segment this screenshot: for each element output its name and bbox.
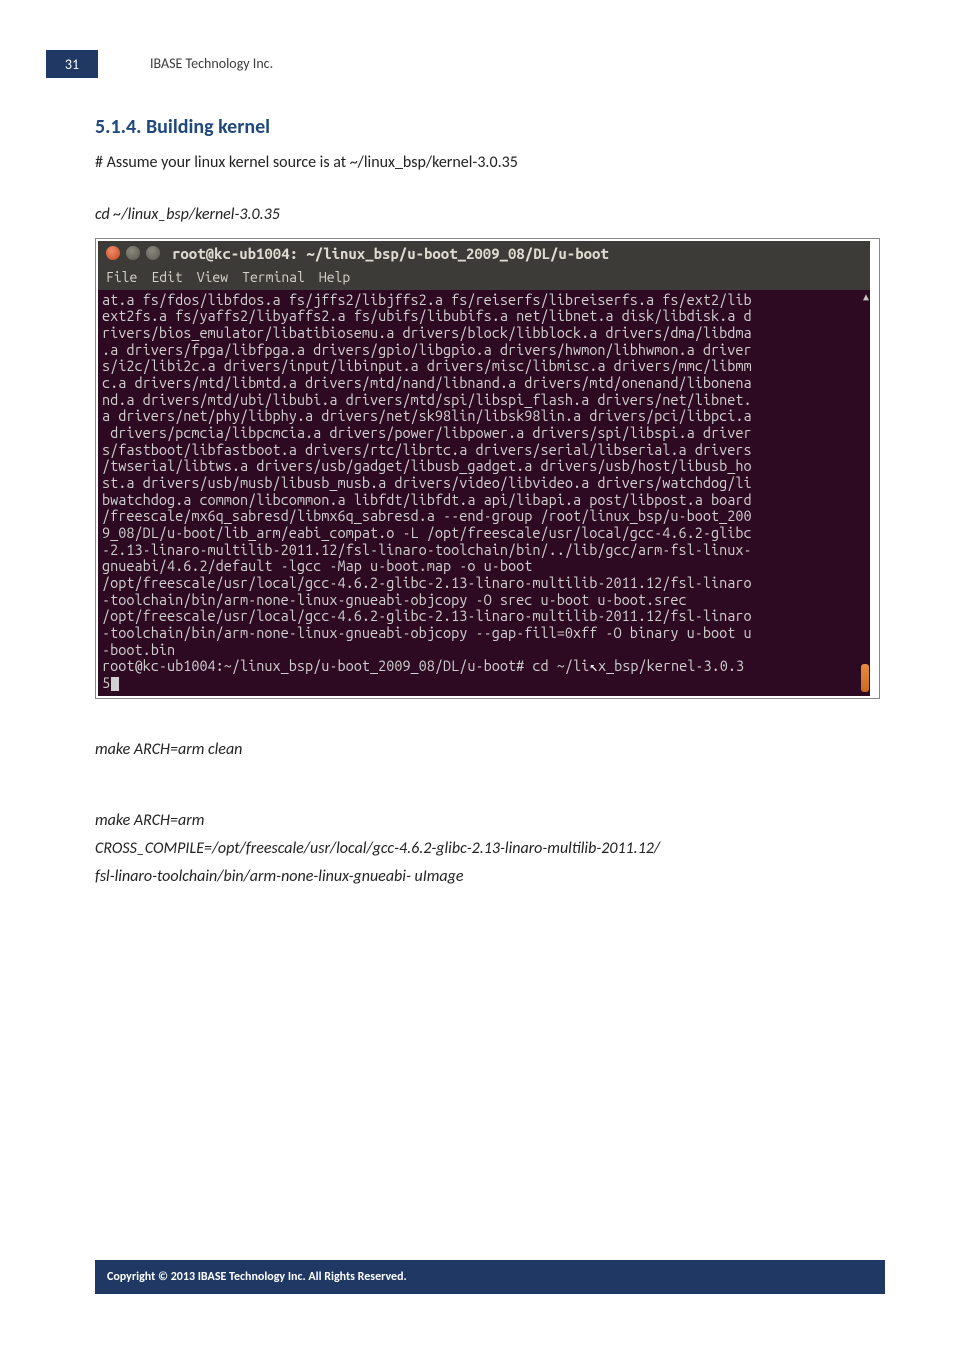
assume-line: # Assume your linux kernel source is at … — [95, 153, 885, 172]
mouse-cursor-icon: ↖ — [589, 657, 598, 674]
term-line: at.a fs/fdos/libfdos.a fs/jffs2/libjffs2… — [102, 291, 752, 308]
maximize-icon[interactable] — [146, 246, 160, 260]
term-line: rivers/bios_emulator/libatibiosemu.a dri… — [102, 324, 752, 341]
term-line: root@kc-ub1004:~/linux_bsp/u-boot_2009_0… — [102, 657, 589, 674]
term-line: -boot.bin — [102, 641, 175, 658]
term-line: .a drivers/fpga/libfpga.a drivers/gpio/l… — [102, 341, 752, 358]
footer-text: Copyright © 2013 IBASE Technology Inc. A… — [107, 1270, 407, 1284]
term-line: /twserial/libtws.a drivers/usb/gadget/li… — [102, 457, 752, 474]
footer-bar: Copyright © 2013 IBASE Technology Inc. A… — [95, 1260, 885, 1294]
cmd-cd: cd ~/linux_bsp/kernel-3.0.35 — [95, 202, 885, 228]
terminal-body[interactable]: at.a fs/fdos/libfdos.a fs/jffs2/libjffs2… — [98, 290, 870, 696]
terminal-window: root@kc-ub1004: ~/linux_bsp/u-boot_2009_… — [98, 241, 870, 696]
term-line: /freescale/mx6q_sabresd/libmx6q_sabresd.… — [102, 507, 752, 524]
terminal-title: root@kc-ub1004: ~/linux_bsp/u-boot_2009_… — [172, 245, 609, 262]
term-line: a drivers/net/phy/libphy.a drivers/net/s… — [102, 407, 752, 424]
term-line: s/fastboot/libfastboot.a drivers/rtc/lib… — [102, 441, 752, 458]
cmd-make-clean: make ARCH=arm clean — [95, 737, 885, 763]
menu-view[interactable]: View — [197, 269, 228, 285]
term-line: -toolchain/bin/arm-none-linux-gnueabi-ob… — [102, 624, 752, 641]
term-line: gnueabi/4.6.2/default -lgcc -Map u-boot.… — [102, 557, 532, 574]
scroll-up-icon[interactable]: ▲ — [863, 291, 869, 303]
menu-terminal[interactable]: Terminal — [242, 269, 305, 285]
term-line: /opt/freescale/usr/local/gcc-4.6.2-glibc… — [102, 607, 752, 624]
cmd-make-line3: fsl-linaro-toolchain/bin/arm-none-linux-… — [95, 864, 885, 890]
term-line: x_bsp/kernel-3.0.3 — [598, 657, 744, 674]
term-line: bwatchdog.a common/libcommon.a libfdt/li… — [102, 491, 752, 508]
scrollbar-track[interactable]: ▲ — [860, 290, 870, 696]
menu-edit[interactable]: Edit — [151, 269, 182, 285]
term-line: st.a drivers/usb/musb/libusb_musb.a driv… — [102, 474, 752, 491]
minimize-icon[interactable] — [126, 246, 140, 260]
menu-file[interactable]: File — [106, 269, 137, 285]
term-line: 9_08/DL/u-boot/lib_arm/eabi_compat.o -L … — [102, 524, 752, 541]
section-heading: 5.1.4. Building kernel — [95, 115, 885, 139]
page-number: 31 — [65, 56, 79, 73]
term-line: 5 — [102, 674, 110, 691]
cmd-make-line2: CROSS_COMPILE=/opt/freescale/usr/local/g… — [95, 836, 885, 862]
menu-help[interactable]: Help — [319, 269, 350, 285]
term-line: /opt/freescale/usr/local/gcc-4.6.2-glibc… — [102, 574, 752, 591]
page-number-tab: 31 — [46, 50, 98, 78]
scroll-thumb[interactable] — [861, 664, 869, 692]
page-content: 5.1.4. Building kernel # Assume your lin… — [95, 115, 885, 899]
terminal-menubar: File Edit View Terminal Help — [98, 266, 870, 290]
term-line: nd.a drivers/mtd/ubi/libubi.a drivers/mt… — [102, 391, 752, 408]
term-line: -2.13-linaro-multilib-2011.12/fsl-linaro… — [102, 541, 752, 558]
close-icon[interactable] — [106, 246, 120, 260]
term-line: ext2fs.a fs/yaffs2/libyaffs2.a fs/ubifs/… — [102, 307, 752, 324]
terminal-titlebar: root@kc-ub1004: ~/linux_bsp/u-boot_2009_… — [98, 241, 870, 266]
term-line: c.a drivers/mtd/libmtd.a drivers/mtd/nan… — [102, 374, 752, 391]
text-cursor — [111, 677, 119, 691]
term-line: s/i2c/libi2c.a drivers/input/libinput.a … — [102, 357, 752, 374]
term-line: drivers/pcmcia/libpcmcia.a drivers/power… — [102, 424, 752, 441]
company-header: IBASE Technology Inc. — [150, 55, 273, 72]
term-line: -toolchain/bin/arm-none-linux-gnueabi-ob… — [102, 591, 687, 608]
terminal-screenshot-frame: root@kc-ub1004: ~/linux_bsp/u-boot_2009_… — [95, 238, 880, 699]
cmd-make-line1: make ARCH=arm — [95, 808, 885, 834]
